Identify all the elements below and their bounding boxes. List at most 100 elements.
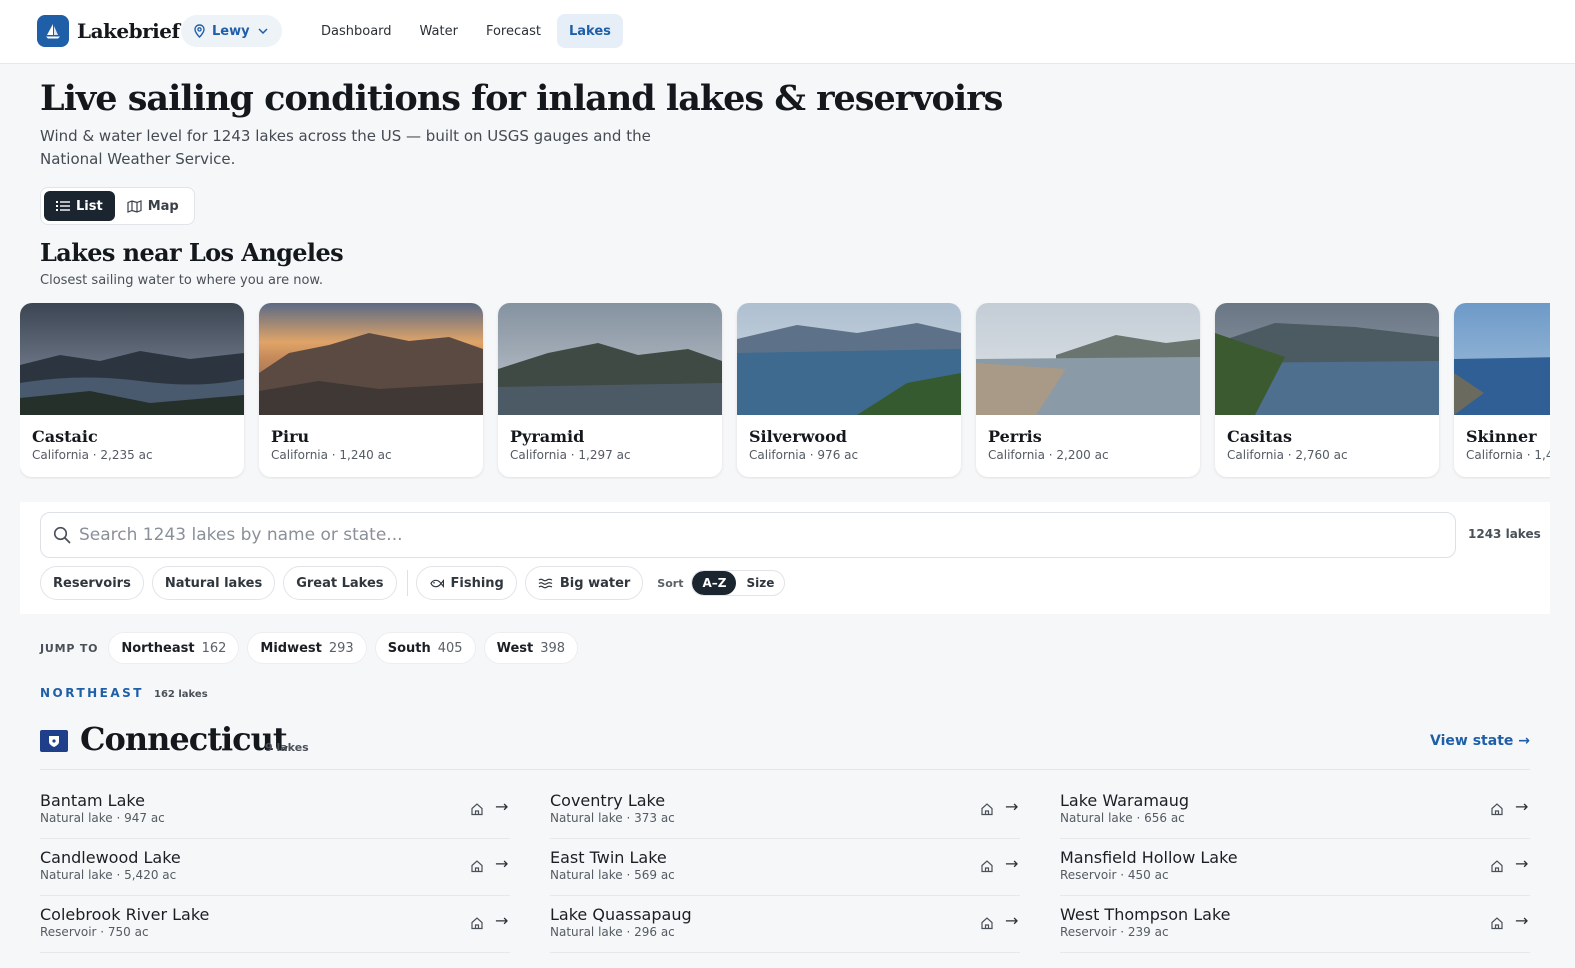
lake-card-name: Skinner <box>1466 427 1537 446</box>
lake-card-meta: California · 2,760 ac <box>1227 448 1348 462</box>
lake-card-name: Pyramid <box>510 427 585 446</box>
nearby-lakes-carousel[interactable]: Castaic California · 2,235 ac Piru Calif… <box>20 303 1550 479</box>
lake-row[interactable]: Lake Waramaug Natural lake · 656 ac → <box>1060 782 1530 839</box>
home-icon[interactable] <box>470 802 484 816</box>
list-view-label: List <box>76 198 103 214</box>
waves-icon <box>538 578 553 589</box>
home-icon[interactable] <box>1490 916 1504 930</box>
lake-photo <box>259 303 483 415</box>
nav-forecast[interactable]: Forecast <box>474 14 553 48</box>
search-box[interactable] <box>40 512 1456 558</box>
lake-card-meta: California · 1,297 ac <box>510 448 631 462</box>
filter-fishing[interactable]: Fishing <box>415 566 517 600</box>
lake-row-name: Lake Quassapaug <box>550 905 692 924</box>
jump-region-count: 162 <box>201 640 227 656</box>
filter-great-lakes[interactable]: Great Lakes <box>283 566 397 600</box>
jump-region-count: 293 <box>328 640 354 656</box>
filter-big-water[interactable]: Big water <box>524 566 644 600</box>
lake-row[interactable]: East Twin Lake Natural lake · 569 ac → <box>550 839 1020 896</box>
nav-lakes[interactable]: Lakes <box>556 14 623 48</box>
lake-row[interactable]: Lake Quassapaug Natural lake · 296 ac → <box>550 896 1020 953</box>
lake-row[interactable]: West Thompson Lake Reservoir · 239 ac → <box>1060 896 1530 953</box>
lake-card-casitas[interactable]: Casitas California · 2,760 ac <box>1215 303 1439 477</box>
lake-photo <box>1454 303 1550 415</box>
jump-midwest[interactable]: Midwest 293 <box>247 632 367 664</box>
arrow-right-icon[interactable]: → <box>495 911 508 930</box>
nearby-subtitle: Closest sailing water to where you are n… <box>40 273 323 288</box>
nav-dashboard[interactable]: Dashboard <box>309 14 404 48</box>
main-nav: Dashboard Water Forecast Lakes <box>309 14 627 48</box>
home-icon[interactable] <box>1490 802 1504 816</box>
arrow-right-icon[interactable]: → <box>1515 854 1528 873</box>
jump-region-name: West <box>496 640 534 656</box>
connecticut-flag-icon <box>40 730 68 752</box>
region-heading: NORTHEAST 162 lakes <box>40 686 208 700</box>
map-view-label: Map <box>147 198 179 214</box>
jump-region-count: 405 <box>437 640 463 656</box>
nav-water[interactable]: Water <box>408 14 470 48</box>
lake-photo <box>498 303 722 415</box>
lake-row-meta: Reservoir · 750 ac <box>40 925 149 939</box>
lake-row-name: Bantam Lake <box>40 791 145 810</box>
arrow-right-icon[interactable]: → <box>1515 911 1528 930</box>
location-selector[interactable]: Lewy <box>181 15 282 47</box>
home-icon[interactable] <box>980 859 994 873</box>
sort-size-button[interactable]: Size <box>736 571 784 595</box>
lake-row-meta: Reservoir · 450 ac <box>1060 868 1169 882</box>
jump-northeast[interactable]: Northeast 162 <box>108 632 240 664</box>
arrow-right-icon[interactable]: → <box>1005 854 1018 873</box>
lake-row[interactable]: Mansfield Hollow Lake Reservoir · 450 ac → <box>1060 839 1530 896</box>
home-icon[interactable] <box>980 802 994 816</box>
jump-region-count: 398 <box>540 640 566 656</box>
chevron-down-icon <box>258 28 268 34</box>
lake-row-name: Colebrook River Lake <box>40 905 210 924</box>
lake-row-meta: Natural lake · 947 ac <box>40 811 165 825</box>
lake-photo <box>976 303 1200 415</box>
lake-row-meta: Natural lake · 296 ac <box>550 925 675 939</box>
lake-row[interactable]: Colebrook River Lake Reservoir · 750 ac → <box>40 896 510 953</box>
view-state-link[interactable]: View state → <box>1430 733 1530 749</box>
lake-card-silverwood[interactable]: Silverwood California · 976 ac <box>737 303 961 477</box>
jump-south[interactable]: South 405 <box>374 632 476 664</box>
arrow-right-icon[interactable]: → <box>1515 797 1528 816</box>
sort-az-button[interactable]: A–Z <box>692 571 737 595</box>
filter-natural-lakes[interactable]: Natural lakes <box>151 566 276 600</box>
lake-row-meta: Natural lake · 656 ac <box>1060 811 1185 825</box>
map-view-button[interactable]: Map <box>115 191 191 221</box>
search-input[interactable] <box>79 525 1379 545</box>
arrow-right-icon[interactable]: → <box>495 854 508 873</box>
jump-west[interactable]: West 398 <box>483 632 579 664</box>
jump-region-name: Midwest <box>260 640 322 656</box>
page-title: Live sailing conditions for inland lakes… <box>40 78 1003 119</box>
page-subtitle: Wind & water level for 1243 lakes across… <box>40 127 651 168</box>
lake-row[interactable]: Coventry Lake Natural lake · 373 ac → <box>550 782 1020 839</box>
lake-card-piru[interactable]: Piru California · 1,240 ac <box>259 303 483 477</box>
brand[interactable]: Lakebrief <box>37 15 180 47</box>
arrow-right-icon[interactable]: → <box>1005 911 1018 930</box>
lake-card-skinner[interactable]: Skinner California · 1,40 <box>1454 303 1550 477</box>
search-panel: 1243 lakes Reservoirs Natural lakes Grea… <box>20 502 1550 614</box>
results-count: 1243 lakes <box>1468 527 1541 541</box>
arrow-right-icon[interactable]: → <box>495 797 508 816</box>
lake-card-castaic[interactable]: Castaic California · 2,235 ac <box>20 303 244 477</box>
lake-card-name: Piru <box>271 427 310 446</box>
list-view-button[interactable]: List <box>44 191 115 221</box>
home-icon[interactable] <box>1490 859 1504 873</box>
lake-row[interactable]: Bantam Lake Natural lake · 947 ac → <box>40 782 510 839</box>
lake-row-name: Lake Waramaug <box>1060 791 1190 810</box>
home-icon[interactable] <box>470 916 484 930</box>
lake-card-name: Casitas <box>1227 427 1292 446</box>
lake-row[interactable]: Candlewood Lake Natural lake · 5,420 ac → <box>40 839 510 896</box>
lake-card-meta: California · 2,200 ac <box>988 448 1109 462</box>
home-icon[interactable] <box>980 916 994 930</box>
lake-row-meta: Natural lake · 5,420 ac <box>40 868 177 882</box>
arrow-right-icon[interactable]: → <box>1005 797 1018 816</box>
fish-icon <box>429 578 444 588</box>
region-count: 162 lakes <box>154 689 208 700</box>
home-icon[interactable] <box>470 859 484 873</box>
state-count: 9 lakes <box>265 741 309 754</box>
filter-reservoirs[interactable]: Reservoirs <box>40 566 144 600</box>
lake-card-perris[interactable]: Perris California · 2,200 ac <box>976 303 1200 477</box>
map-pin-icon <box>194 24 205 38</box>
lake-card-pyramid[interactable]: Pyramid California · 1,297 ac <box>498 303 722 477</box>
